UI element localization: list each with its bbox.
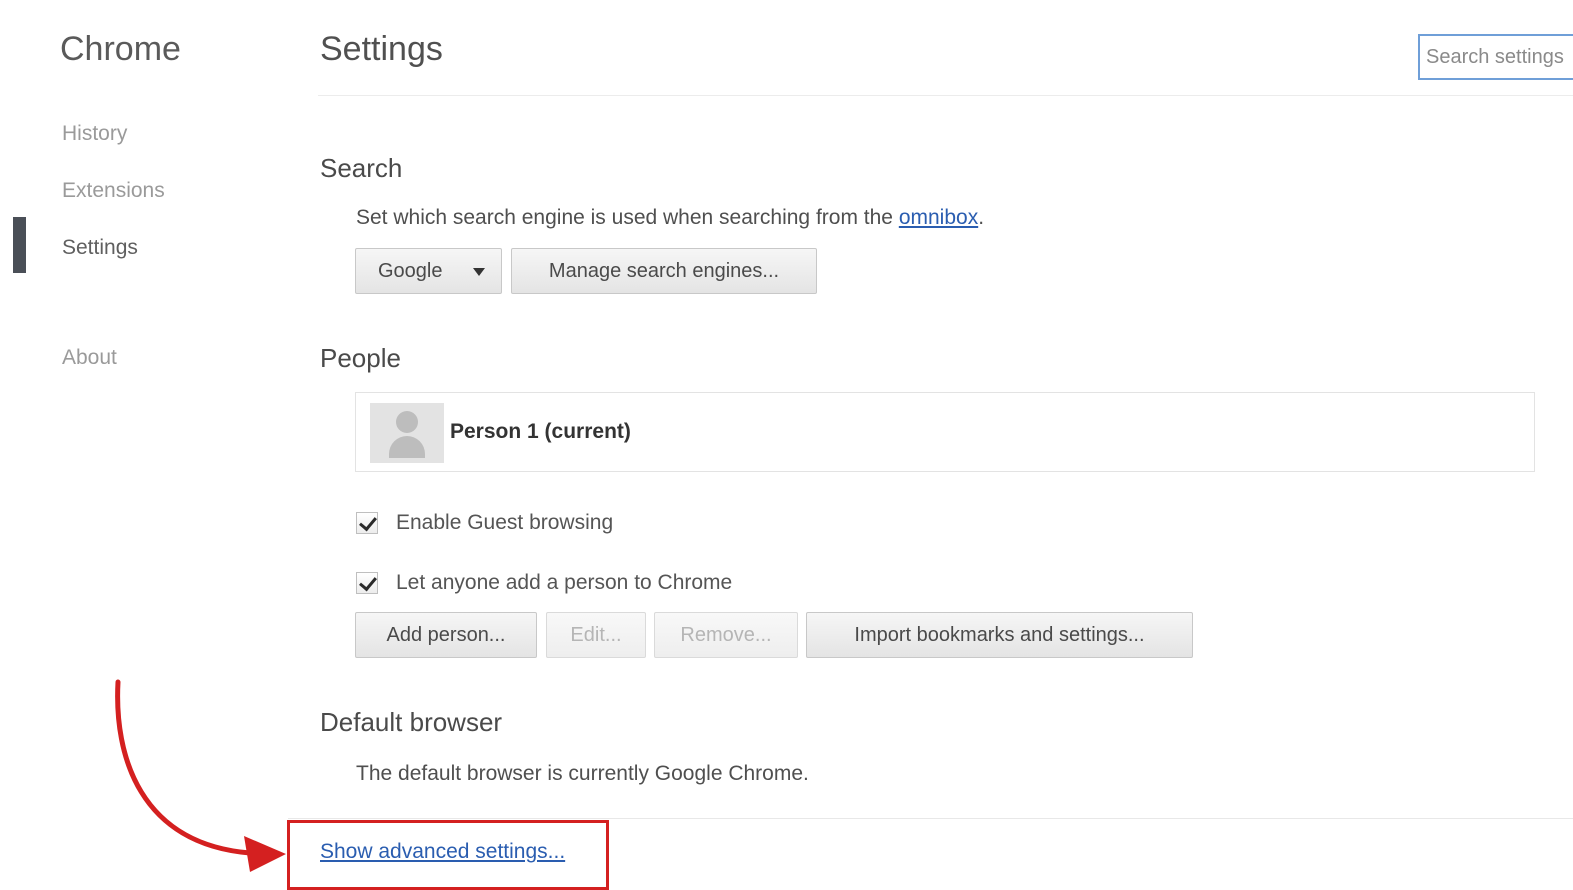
search-engine-selected: Google	[378, 259, 443, 282]
checkmark-icon	[359, 512, 377, 532]
person-avatar-icon	[370, 403, 444, 463]
enable-guest-browsing-checkbox[interactable]	[356, 512, 378, 534]
person-list-item[interactable]: Person 1 (current)	[355, 392, 1535, 472]
annotation-arrow-icon	[115, 679, 286, 872]
checkmark-icon	[359, 572, 377, 592]
sidebar-item-about[interactable]: About	[62, 346, 117, 370]
header-divider	[318, 95, 1573, 96]
person-name: Person 1 (current)	[450, 420, 631, 443]
active-nav-indicator	[13, 217, 26, 273]
omnibox-link[interactable]: omnibox	[899, 206, 978, 229]
manage-search-engines-button[interactable]: Manage search engines...	[511, 248, 817, 294]
app-title: Chrome	[60, 30, 181, 68]
edit-person-button[interactable]: Edit...	[546, 612, 646, 658]
annotation-highlight-box	[287, 820, 609, 890]
search-description-text: Set which search engine is used when sea…	[356, 206, 899, 229]
default-browser-section-title: Default browser	[320, 707, 503, 737]
search-description-end: .	[978, 206, 985, 229]
search-settings-input[interactable]	[1418, 34, 1573, 80]
sidebar-item-settings[interactable]: Settings	[62, 236, 138, 260]
page-title: Settings	[320, 30, 443, 68]
people-section-title: People	[320, 343, 401, 373]
search-section-title: Search	[320, 153, 403, 183]
let-anyone-add-person-label: Let anyone add a person to Chrome	[396, 571, 733, 594]
let-anyone-add-person-option[interactable]: Let anyone add a person to Chrome	[356, 571, 732, 595]
caret-down-icon	[473, 268, 485, 276]
import-bookmarks-button[interactable]: Import bookmarks and settings...	[806, 612, 1193, 658]
enable-guest-browsing-option[interactable]: Enable Guest browsing	[356, 511, 613, 535]
sidebar-item-history[interactable]: History	[62, 122, 127, 146]
add-person-button[interactable]: Add person...	[355, 612, 537, 658]
footer-divider	[288, 818, 1573, 819]
search-engine-dropdown[interactable]: Google	[355, 248, 502, 294]
sidebar-item-extensions[interactable]: Extensions	[62, 179, 165, 203]
default-browser-description: The default browser is currently Google …	[356, 762, 809, 785]
let-anyone-add-person-checkbox[interactable]	[356, 572, 378, 594]
search-description: Set which search engine is used when sea…	[356, 206, 984, 230]
enable-guest-browsing-label: Enable Guest browsing	[396, 511, 614, 534]
remove-person-button[interactable]: Remove...	[654, 612, 798, 658]
